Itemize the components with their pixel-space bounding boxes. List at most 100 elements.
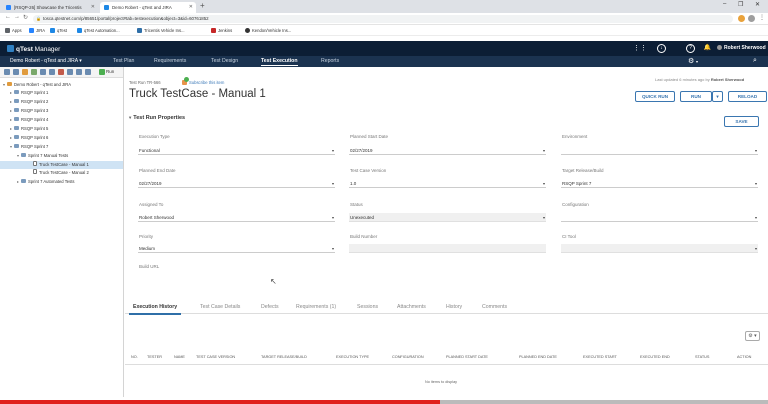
back-arrow-icon[interactable]: ← [5, 14, 11, 20]
close-window-button[interactable]: ✕ [755, 1, 760, 8]
bookmark-jira[interactable]: JIRA [29, 26, 45, 35]
run-label[interactable]: Run [106, 69, 114, 74]
tree-node-sprint-1[interactable]: ▸ RSQP Sprint 1 [10, 89, 48, 97]
download-icon[interactable]: ↓ [657, 44, 666, 53]
browser-tab-jira[interactable]: [RSQP-26] Showcase the Tricentis ✕ [2, 2, 98, 13]
quick-run-button[interactable]: QUICK RUN [635, 91, 675, 102]
notification-icon[interactable]: 🔔 [703, 44, 712, 53]
tab-history[interactable]: History [446, 304, 462, 310]
paste-icon[interactable] [49, 69, 55, 75]
assigned-to-select[interactable]: Robert Sherwood ▾ [138, 213, 335, 222]
user-menu[interactable]: Robert Sherwood [717, 45, 766, 51]
tab-attachments[interactable]: Attachments [397, 304, 426, 310]
subscribe-link[interactable]: Subscribe this item [182, 77, 224, 85]
configuration-select[interactable]: ▾ [561, 213, 758, 222]
run-dropdown-button[interactable]: ▾ [712, 91, 723, 102]
browser-menu-icon[interactable]: ⋮ [759, 14, 765, 21]
nav-test-plan[interactable]: Test Plan [113, 58, 134, 64]
tab-requirements[interactable]: Requirements (1) [296, 304, 336, 310]
search-icon[interactable]: ⌕ [753, 57, 757, 65]
add-test-run-icon[interactable] [31, 69, 37, 75]
nav-reports[interactable]: Reports [321, 58, 339, 64]
maximize-button[interactable]: ❐ [738, 1, 743, 8]
nav-test-design[interactable]: Test Design [211, 58, 238, 64]
bookmark-qtest-automation[interactable]: qTest Automation... [77, 26, 120, 35]
tree-node-manual-1[interactable]: Truck TestCase - Manual 1 [0, 161, 123, 169]
reload-button[interactable]: RELOAD [728, 91, 767, 102]
bookmark-jenkins[interactable]: Jenkins [211, 26, 232, 35]
tree-node-sprint-7[interactable]: ▾ RSQP Sprint 7 [10, 143, 48, 151]
column-header[interactable]: PLANNED START DATE [446, 355, 488, 359]
column-header[interactable]: STATUS [695, 355, 709, 359]
forward-arrow-icon[interactable]: → [14, 14, 20, 20]
gear-icon[interactable]: ⚙ [688, 57, 694, 65]
add-suite-icon[interactable] [22, 69, 28, 75]
qtest-logo[interactable]: qTest Manager [7, 45, 60, 53]
browser-tab-qtest[interactable]: Demo Robert - qTest and JIRA ✕ [100, 2, 196, 13]
run-icon[interactable] [99, 69, 105, 75]
test-run-properties-header[interactable]: ▾ Test Run Properties [129, 115, 185, 121]
new-tab-button[interactable]: + [200, 1, 205, 10]
bookmark-qtest[interactable]: qTest [50, 26, 67, 35]
tree-node-manual-2[interactable]: Truck TestCase - Manual 2 [29, 169, 89, 177]
column-header[interactable]: ACTION [737, 355, 751, 359]
column-header[interactable]: TESTER [147, 355, 162, 359]
delete-icon[interactable] [58, 69, 64, 75]
add-cycle-icon[interactable] [13, 69, 19, 75]
environment-select[interactable]: ▾ [561, 146, 758, 155]
column-header[interactable]: CONFIGURATION [392, 355, 424, 359]
run-button[interactable]: RUN [680, 91, 712, 102]
tab-sessions[interactable]: Sessions [357, 304, 378, 310]
move-up-icon[interactable] [67, 69, 73, 75]
tree-node-manual-tests[interactable]: ▾ Sprint 7 Manual Tests [17, 152, 68, 160]
planned-start-date-field[interactable]: 02/27/2019 ▾ [349, 146, 546, 155]
test-case-version-select[interactable]: 1.0 ▾ [349, 179, 546, 188]
add-release-icon[interactable] [4, 69, 10, 75]
reload-icon[interactable]: ↻ [23, 14, 28, 21]
column-header[interactable]: TEST CASE VERSION [196, 355, 235, 359]
column-header[interactable]: NO. [131, 355, 138, 359]
tab-comments[interactable]: Comments [482, 304, 507, 310]
tab-execution-history[interactable]: Execution History [128, 304, 182, 315]
build-number-field[interactable] [349, 244, 546, 253]
target-release-select[interactable]: RSQP Sprint 7 ▾ [561, 179, 758, 188]
close-tab-icon[interactable]: ✕ [91, 2, 95, 13]
url-field[interactable]: 🔒 tosca.qtestnet.com/p/85651/portal/proj… [33, 15, 733, 23]
bookmark-apps[interactable]: Apps [5, 26, 22, 35]
tree-node-sprint-3[interactable]: ▸ RSQP Sprint 3 [10, 107, 48, 115]
nav-test-execution[interactable]: Test Execution [261, 58, 298, 66]
column-header[interactable]: EXECUTED END [640, 355, 670, 359]
planned-end-date-field[interactable]: 02/27/2019 ▾ [138, 179, 335, 188]
bookmark-tricentis[interactable]: Tricentis Vehicle Ins... [137, 26, 185, 35]
priority-select[interactable]: Medium ▾ [138, 244, 335, 253]
video-progress-bar[interactable] [0, 400, 768, 404]
column-header[interactable]: PLANNED END DATE [519, 355, 557, 359]
tree-node-automated-tests[interactable]: ▸ Sprint 7 Automated Tests [17, 178, 74, 186]
column-header[interactable]: NAME [174, 355, 185, 359]
ci-tool-select[interactable]: ▾ [561, 244, 758, 253]
save-button[interactable]: SAVE [724, 116, 759, 127]
project-selector[interactable]: Demo Robert - qTest and JIRA ▾ [10, 58, 82, 64]
tab-defects[interactable]: Defects [261, 304, 279, 310]
move-down-icon[interactable] [76, 69, 82, 75]
tree-node-sprint-4[interactable]: ▸ RSQP Sprint 4 [10, 116, 48, 124]
minimize-button[interactable]: – [723, 1, 726, 7]
column-header[interactable]: EXECUTION TYPE [336, 355, 369, 359]
nav-requirements[interactable]: Requirements [154, 58, 186, 64]
extension-icon[interactable] [738, 15, 745, 22]
column-settings-button[interactable]: ⚙ ▾ [745, 331, 760, 341]
tab-test-case-details[interactable]: Test Case Details [200, 304, 240, 310]
bookmark-github[interactable]: Kendon/Vehicle Ins... [245, 26, 291, 35]
tree-node-root[interactable]: ▾ Demo Robert - qTest and JIRA [3, 81, 71, 89]
column-header[interactable]: EXECUTED START [583, 355, 617, 359]
grid-icon[interactable]: ⋮⋮ [633, 44, 647, 53]
tree-node-sprint-6[interactable]: ▸ RSQP Sprint 6 [10, 134, 48, 142]
close-tab-icon[interactable]: ✕ [189, 2, 193, 13]
tree-node-sprint-5[interactable]: ▸ RSQP Sprint 5 [10, 125, 48, 133]
tree-node-sprint-2[interactable]: ▸ RSQP Sprint 2 [10, 98, 48, 106]
filter-icon[interactable] [85, 69, 91, 75]
execution-type-select[interactable]: Functional ▾ [138, 146, 335, 155]
chevron-down-icon[interactable]: ▾ [696, 59, 698, 64]
help-icon[interactable]: ? [686, 44, 695, 53]
profile-avatar-icon[interactable] [748, 15, 755, 22]
